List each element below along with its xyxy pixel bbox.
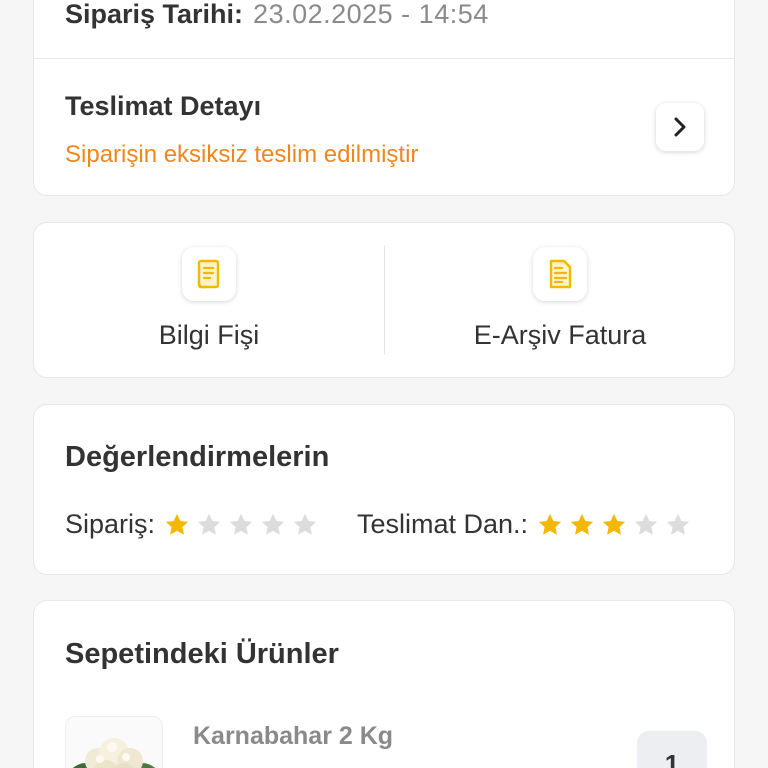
delivery-status-text: Siparişin eksiksiz teslim edilmiştir	[65, 141, 419, 168]
star-empty-icon[interactable]	[195, 511, 223, 539]
delivery-rating-label: Teslimat Dan.:	[357, 509, 529, 539]
order-rating-stars[interactable]	[163, 511, 323, 539]
star-filled-icon[interactable]	[568, 511, 596, 539]
delivery-detail-button[interactable]	[656, 103, 704, 151]
basket-card: Sepetindeki Ürünler Karnabahar 2 Kg 1	[33, 600, 735, 768]
order-rating-label: Sipariş:	[65, 509, 156, 539]
order-rating-row: Sipariş:	[65, 509, 323, 540]
order-date-row: Sipariş Tarihi: 23.02.2025 - 14:54	[65, 0, 489, 30]
star-empty-icon[interactable]	[664, 511, 692, 539]
bilgi-fisi-button[interactable]: Bilgi Fişi	[34, 223, 384, 379]
order-date-value: 23.02.2025 - 14:54	[253, 0, 489, 29]
star-filled-icon[interactable]	[163, 511, 191, 539]
divider	[34, 58, 734, 59]
cauliflower-image	[72, 738, 156, 768]
star-filled-icon[interactable]	[600, 511, 628, 539]
ratings-title: Değerlendirmelerin	[65, 441, 330, 473]
star-empty-icon[interactable]	[291, 511, 319, 539]
bilgi-fisi-label: Bilgi Fişi	[158, 320, 260, 350]
order-detail-page: Sipariş Tarihi: 23.02.2025 - 14:54 Teslim…	[0, 0, 768, 768]
e-arsiv-fatura-label: E-Arşiv Fatura	[473, 320, 647, 350]
star-filled-icon[interactable]	[536, 511, 564, 539]
delivery-rating-row: Teslimat Dan.:	[357, 509, 696, 540]
star-empty-icon[interactable]	[259, 511, 287, 539]
order-date-label: Sipariş Tarihi:	[65, 0, 244, 29]
chevron-right-icon	[674, 117, 686, 137]
delivery-detail-title[interactable]: Teslimat Detayı	[65, 91, 261, 122]
product-name[interactable]: Karnabahar 2 Kg	[193, 722, 393, 751]
product-quantity[interactable]: 1	[637, 731, 707, 768]
ratings-card: Değerlendirmelerin Sipariş: Teslimat Dan…	[33, 404, 735, 575]
receipt-icon-wrap	[182, 247, 236, 301]
receipt-icon	[197, 259, 220, 289]
e-arsiv-fatura-button[interactable]: E-Arşiv Fatura	[385, 223, 735, 379]
star-empty-icon[interactable]	[632, 511, 660, 539]
order-info-card: Sipariş Tarihi: 23.02.2025 - 14:54 Teslim…	[33, 0, 735, 196]
basket-title: Sepetindeki Ürünler	[65, 638, 339, 670]
invoice-icon	[549, 259, 572, 289]
star-empty-icon[interactable]	[227, 511, 255, 539]
delivery-rating-stars[interactable]	[536, 511, 696, 539]
documents-card: Bilgi Fişi E-Arşiv Fatura	[33, 222, 735, 378]
product-image[interactable]	[65, 716, 163, 768]
invoice-icon-wrap	[533, 247, 587, 301]
